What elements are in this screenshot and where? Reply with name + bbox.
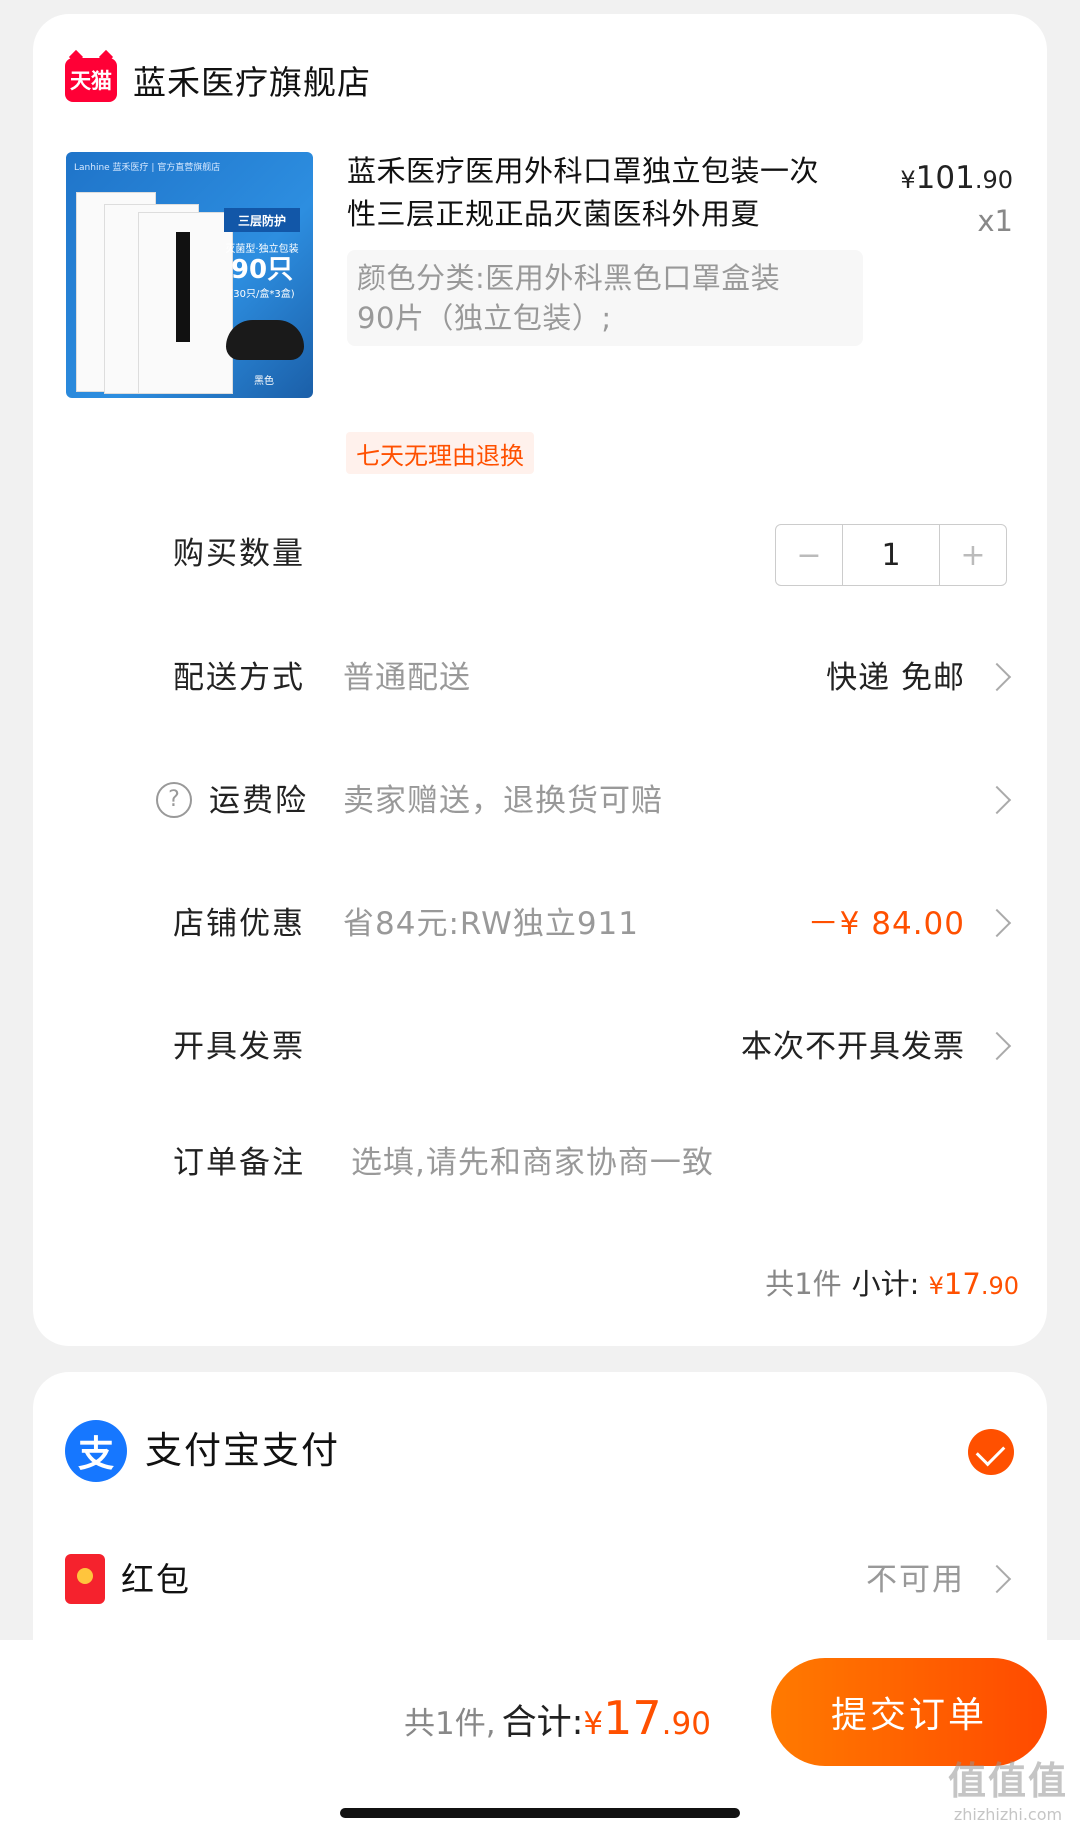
total-amount: ¥17.90 bbox=[583, 1691, 711, 1745]
subtotal-label: 小计: bbox=[851, 1267, 920, 1301]
sku-line: 颜色分类:医用外科黑色口罩盒装 bbox=[357, 261, 781, 295]
chevron-right-icon bbox=[982, 1031, 1012, 1061]
sku-selector[interactable]: 颜色分类:医用外科黑色口罩盒装 90片（独立包装）; bbox=[347, 250, 863, 346]
help-icon[interactable]: ? bbox=[156, 782, 192, 818]
delivery-value: 普通配送 bbox=[343, 660, 471, 696]
discount-label: 店铺优惠 bbox=[173, 906, 305, 942]
remark-input[interactable]: 选填,请先和商家协商一致 bbox=[351, 1133, 714, 1193]
decrement-button[interactable]: − bbox=[776, 525, 842, 585]
insurance-row[interactable]: ? 运费险 卖家赠送，退换货可赔 bbox=[33, 771, 1047, 831]
delivery-method: 快递 免邮 bbox=[826, 660, 965, 696]
invoice-label: 开具发票 bbox=[173, 1029, 305, 1065]
insurance-value: 卖家赠送，退换货可赔 bbox=[343, 783, 663, 819]
total-label: 合计: bbox=[501, 1703, 584, 1743]
total-decimal: .90 bbox=[661, 1706, 711, 1742]
red-packet-status: 不可用 bbox=[866, 1562, 965, 1598]
red-packet-label[interactable]: 红包 bbox=[121, 1550, 191, 1610]
check-icon[interactable] bbox=[968, 1429, 1014, 1475]
subtotal-decimal: .90 bbox=[980, 1272, 1019, 1300]
subtotal-amount: ¥17.90 bbox=[929, 1267, 1019, 1301]
home-indicator[interactable] bbox=[340, 1808, 740, 1818]
chevron-right-icon bbox=[982, 908, 1012, 938]
quantity-input[interactable]: 1 bbox=[842, 525, 940, 585]
total-currency: ¥ bbox=[583, 1706, 604, 1742]
sku-line: 90片（独立包装）; bbox=[357, 301, 612, 335]
product-image-pack: (30只/盒*3盒) bbox=[229, 289, 295, 300]
red-packet-icon bbox=[65, 1554, 105, 1604]
shop-header[interactable]: 天猫 蓝禾医疗旗舰店 bbox=[65, 56, 371, 104]
subtotal: 共1件 小计: ¥17.90 bbox=[765, 1264, 1019, 1306]
price-currency: ¥ bbox=[900, 166, 916, 194]
product-image-package-type: 灭菌型·独立包装 bbox=[225, 244, 299, 255]
subtotal-count: 共1件 bbox=[765, 1267, 842, 1301]
subtotal-currency: ¥ bbox=[928, 1272, 944, 1300]
alipay-payment-option[interactable]: 支付宝支付 bbox=[145, 1420, 340, 1482]
chevron-right-icon bbox=[982, 662, 1012, 692]
total-count: 共1件, bbox=[404, 1706, 496, 1742]
product-price: ¥101.90 bbox=[900, 160, 1013, 196]
tmall-logo-icon: 天猫 bbox=[65, 58, 117, 102]
remark-label: 订单备注 bbox=[173, 1145, 305, 1181]
chevron-right-icon bbox=[982, 1564, 1012, 1594]
insurance-label: 运费险 bbox=[209, 783, 308, 819]
delivery-label: 配送方式 bbox=[173, 660, 305, 696]
product-image-count-label: 灭菌型·独立包装 90只 (30只/盒*3盒) bbox=[224, 240, 300, 300]
product-image-protection-label: 三层防护 bbox=[224, 208, 300, 232]
discount-value: 省84元:RW独立911 bbox=[343, 906, 639, 942]
watermark-url: zhizhizhi.com bbox=[953, 1805, 1063, 1824]
shop-name[interactable]: 蓝禾医疗旗舰店 bbox=[133, 56, 371, 104]
alipay-icon: 支 bbox=[65, 1420, 127, 1482]
remark-row: 订单备注 选填,请先和商家协商一致 bbox=[33, 1133, 1047, 1193]
product-quantity: x1 bbox=[977, 204, 1013, 238]
return-policy-tag: 七天无理由退换 bbox=[346, 432, 534, 474]
subtotal-integer: 17 bbox=[943, 1267, 981, 1301]
price-decimal: .90 bbox=[974, 166, 1013, 194]
watermark-logo: 值值值 bbox=[947, 1759, 1068, 1803]
product-image-color: 黑色 bbox=[254, 376, 274, 387]
chevron-right-icon bbox=[982, 785, 1012, 815]
total-integer: 17 bbox=[603, 1691, 662, 1745]
checkout-bar: 共1件, 合计:¥17.90 提交订单 值值值 zhizhizhi.com bbox=[0, 1640, 1080, 1830]
order-total: 共1件, 合计:¥17.90 bbox=[404, 1688, 711, 1759]
store-discount-row[interactable]: 店铺优惠 省84元:RW独立911 －¥ 84.00 bbox=[33, 894, 1047, 954]
invoice-value: 本次不开具发票 bbox=[741, 1029, 965, 1065]
watermark: 值值值 zhizhizhi.com bbox=[948, 1750, 1068, 1824]
quantity-label: 购买数量 bbox=[173, 536, 305, 572]
price-integer: 101 bbox=[915, 160, 975, 196]
product-image[interactable]: Lanhine 蓝禾医疗 | 官方直营旗舰店 三层防护 灭菌型·独立包装 90只… bbox=[66, 152, 313, 398]
increment-button[interactable]: + bbox=[940, 525, 1006, 585]
product-image-brand-text: Lanhine 蓝禾医疗 | 官方直营旗舰店 bbox=[74, 163, 221, 173]
delivery-row[interactable]: 配送方式 普通配送 快递 免邮 bbox=[33, 648, 1047, 708]
quantity-stepper: − 1 + bbox=[775, 524, 1007, 586]
mask-icon bbox=[226, 320, 304, 360]
product-image-stripe bbox=[176, 232, 190, 342]
discount-amount: －¥ 84.00 bbox=[807, 906, 965, 942]
invoice-row[interactable]: 开具发票 本次不开具发票 bbox=[33, 1017, 1047, 1077]
product-title[interactable]: 蓝禾医疗医用外科口罩独立包装一次性三层正规正品灭菌医科外用夏 bbox=[347, 150, 847, 236]
product-image-count: 90只 bbox=[230, 255, 294, 285]
shop-order-card: 天猫 蓝禾医疗旗舰店 Lanhine 蓝禾医疗 | 官方直营旗舰店 三层防护 灭… bbox=[33, 14, 1047, 1346]
